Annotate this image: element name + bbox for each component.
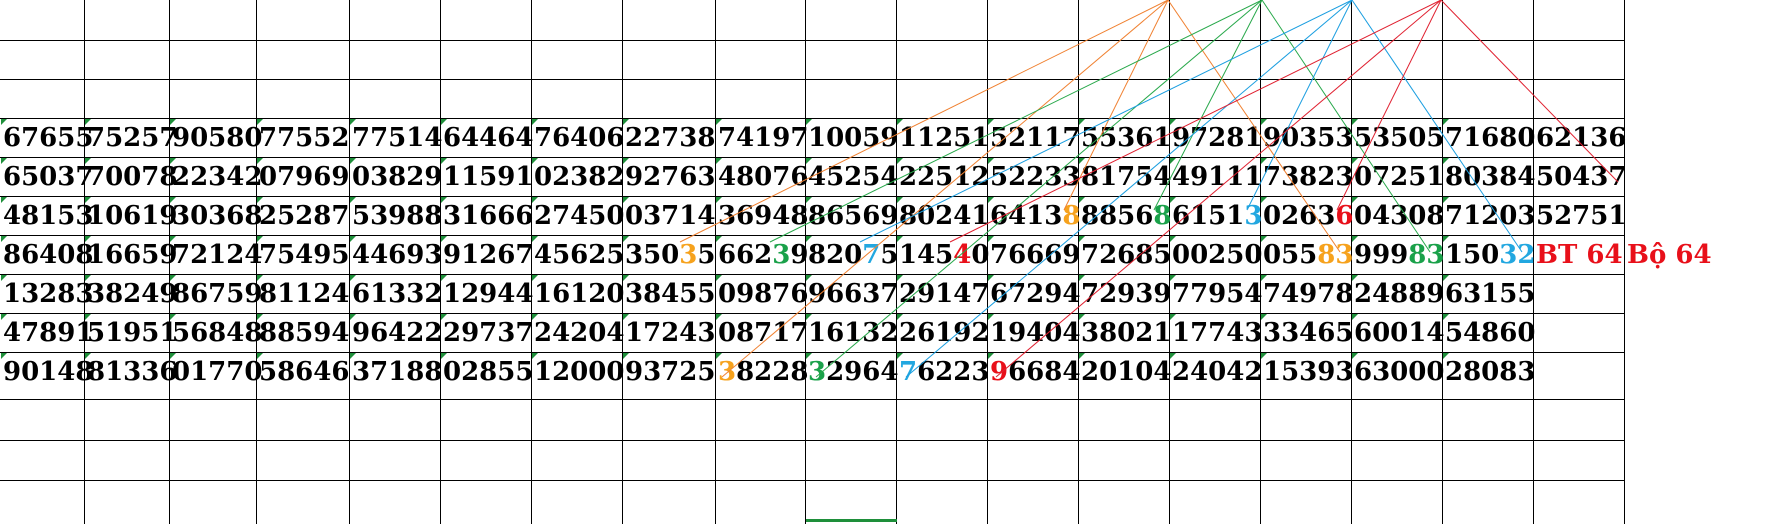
- red-connector-line: [949, 0, 1442, 243]
- red-connector-line: [1440, 0, 1619, 183]
- red-connector-line: [995, 0, 1442, 378]
- blue-connector-line: [905, 0, 1353, 378]
- blue-connector-line: [1246, 0, 1353, 211]
- green-connector-line: [769, 0, 1263, 243]
- spreadsheet-view: 67655 75257 90580 77552 77514 64464 76406 22738…: [0, 0, 1770, 524]
- connector-lines-overlay: [679, 0, 1619, 378]
- orange-connector-line: [1167, 0, 1341, 253]
- selected-cell-indicator: [806, 519, 897, 522]
- blue-connector-line: [1351, 0, 1523, 253]
- green-connector-line: [1153, 0, 1263, 211]
- blue-connector-line: [859, 0, 1353, 243]
- red-connector-line: [1336, 0, 1442, 211]
- green-connector-line: [815, 0, 1263, 378]
- green-connector-line: [1261, 0, 1431, 253]
